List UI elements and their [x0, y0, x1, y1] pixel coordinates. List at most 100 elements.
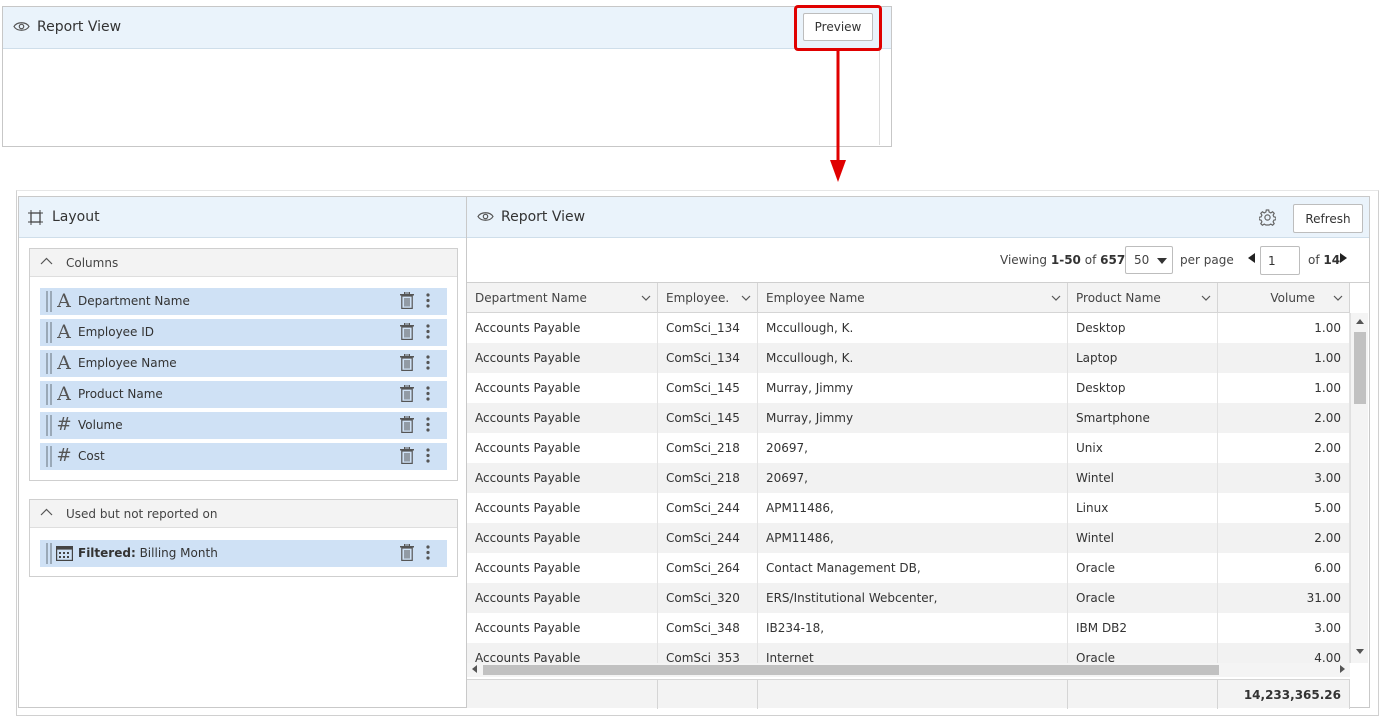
drag-handle-icon[interactable]: [46, 543, 52, 564]
column-header[interactable]: Employee...: [658, 283, 758, 313]
per-page-value: 50: [1134, 253, 1150, 267]
column-field-department-name[interactable]: A Department Name: [40, 288, 447, 315]
table-row[interactable]: Accounts Payable ComSci_218 20697, Wintel 3.…: [467, 463, 1350, 493]
more-options-icon[interactable]: [426, 324, 430, 339]
used-group-header[interactable]: Used but not reported on: [30, 500, 457, 528]
column-header-label: Department Name: [475, 291, 587, 305]
table-row[interactable]: Accounts Payable ComSci_145 Murray, Jimmy D…: [467, 373, 1350, 403]
chevron-down-icon[interactable]: [1333, 295, 1343, 301]
trash-icon[interactable]: [400, 416, 414, 433]
column-field-employee-id[interactable]: A Employee ID: [40, 319, 447, 346]
used-not-reported-group: Used but not reported on Filtered: Billi…: [29, 499, 458, 577]
table-cell: Desktop: [1068, 313, 1218, 343]
column-field-volume[interactable]: # Volume: [40, 412, 447, 439]
more-options-icon[interactable]: [426, 545, 430, 560]
scroll-thumb[interactable]: [483, 665, 1219, 675]
more-options-icon[interactable]: [426, 448, 430, 463]
table-cell: Wintel: [1068, 463, 1218, 493]
column-header-label: Employee Name: [766, 291, 865, 305]
trash-icon[interactable]: [400, 385, 414, 402]
drag-handle-icon[interactable]: [46, 415, 52, 436]
preview-button[interactable]: Preview: [803, 13, 873, 41]
table-cell: Accounts Payable: [467, 373, 658, 403]
table-row[interactable]: Accounts Payable ComSci_264 Contact Manage…: [467, 553, 1350, 583]
prev-page-icon[interactable]: [1248, 253, 1255, 263]
column-field-employee-name[interactable]: A Employee Name: [40, 350, 447, 377]
table-cell: Murray, Jimmy: [758, 403, 1068, 433]
more-options-icon[interactable]: [426, 417, 430, 432]
table-row[interactable]: Accounts Payable ComSci_244 APM11486, Winte…: [467, 523, 1350, 553]
horizontal-scrollbar[interactable]: [467, 663, 1350, 677]
trash-icon[interactable]: [400, 323, 414, 340]
report-header: Report View Refresh: [467, 197, 1369, 238]
field-name: Cost: [78, 449, 105, 463]
chevron-up-icon[interactable]: [40, 257, 53, 265]
footer-cell: [758, 680, 1068, 709]
used-field-billing-month[interactable]: Filtered: Billing Month: [40, 540, 447, 567]
footer-cell: 14,233,365.26: [1218, 680, 1350, 709]
refresh-button[interactable]: Refresh: [1293, 204, 1363, 233]
next-page-icon[interactable]: [1340, 253, 1347, 263]
chevron-down-icon[interactable]: [741, 295, 751, 301]
more-options-icon[interactable]: [426, 355, 430, 370]
per-page-select[interactable]: 50: [1125, 246, 1173, 274]
viewing-prefix: Viewing: [1000, 253, 1048, 267]
vertical-scrollbar[interactable]: [1350, 313, 1368, 663]
table-cell: Accounts Payable: [467, 523, 658, 553]
drag-handle-icon[interactable]: [46, 353, 52, 374]
chevron-down-icon[interactable]: [641, 295, 651, 301]
table-cell: 5.00: [1218, 493, 1350, 523]
drag-handle-icon[interactable]: [46, 322, 52, 343]
columns-group-label: Columns: [66, 256, 119, 270]
trash-icon[interactable]: [400, 447, 414, 464]
column-field-product-name[interactable]: A Product Name: [40, 381, 447, 408]
preview-highlight: Preview: [794, 5, 882, 51]
table-row[interactable]: Accounts Payable ComSci_134 Mccullough, K.…: [467, 313, 1350, 343]
table-row[interactable]: Accounts Payable ComSci_145 Murray, Jimmy S…: [467, 403, 1350, 433]
table-row[interactable]: Accounts Payable ComSci_218 20697, Unix 2.00: [467, 433, 1350, 463]
scroll-down-icon[interactable]: [1356, 649, 1364, 654]
table-cell: 3.00: [1218, 463, 1350, 493]
page-number-input[interactable]: [1260, 246, 1300, 275]
drag-handle-icon[interactable]: [46, 446, 52, 467]
table-row[interactable]: Accounts Payable ComSci_244 APM11486, Linux…: [467, 493, 1350, 523]
table-cell: ComSci_218: [658, 463, 758, 493]
column-header[interactable]: Employee Name: [758, 283, 1068, 313]
more-options-icon[interactable]: [426, 293, 430, 308]
table-cell: 20697,: [758, 463, 1068, 493]
trash-icon[interactable]: [400, 544, 414, 561]
chevron-up-icon[interactable]: [40, 508, 53, 516]
gear-icon[interactable]: [1259, 209, 1276, 226]
columns-group-header[interactable]: Columns: [30, 249, 457, 277]
drag-handle-icon[interactable]: [46, 291, 52, 312]
column-field-cost[interactable]: # Cost: [40, 443, 447, 470]
drag-handle-icon[interactable]: [46, 384, 52, 405]
column-header-label: Product Name: [1076, 291, 1161, 305]
scroll-up-icon[interactable]: [1356, 319, 1364, 324]
trash-icon[interactable]: [400, 354, 414, 371]
scroll-thumb[interactable]: [1354, 332, 1366, 404]
column-header-label: Volume: [1270, 291, 1315, 305]
trash-icon[interactable]: [400, 292, 414, 309]
table-row[interactable]: Accounts Payable ComSci_134 Mccullough, K.…: [467, 343, 1350, 373]
column-header[interactable]: Volume: [1218, 283, 1350, 313]
page-count: of 14: [1308, 253, 1340, 267]
chevron-down-icon[interactable]: [1051, 295, 1061, 301]
table-cell: ComSci_134: [658, 313, 758, 343]
table-cell: Accounts Payable: [467, 583, 658, 613]
footer-cell: [1068, 680, 1218, 709]
pagination-bar: Viewing 1-50 of 657 50 per page of 14: [467, 238, 1369, 283]
scroll-left-icon[interactable]: [472, 665, 477, 673]
scroll-right-icon[interactable]: [1340, 665, 1345, 673]
per-page-label: per page: [1180, 253, 1234, 267]
column-header[interactable]: Department Name: [467, 283, 658, 313]
layout-panel: Layout Columns A Department Name A Employee…: [18, 196, 467, 708]
table-row[interactable]: Accounts Payable ComSci_353 Internet Oracle…: [467, 643, 1350, 663]
more-options-icon[interactable]: [426, 386, 430, 401]
table-cell: 2.00: [1218, 523, 1350, 553]
table-row[interactable]: Accounts Payable ComSci_348 IB234-18, IBM D…: [467, 613, 1350, 643]
table-cell: ComSci_145: [658, 403, 758, 433]
column-header[interactable]: Product Name: [1068, 283, 1218, 313]
table-row[interactable]: Accounts Payable ComSci_320 ERS/Institutio…: [467, 583, 1350, 613]
chevron-down-icon[interactable]: [1201, 295, 1211, 301]
